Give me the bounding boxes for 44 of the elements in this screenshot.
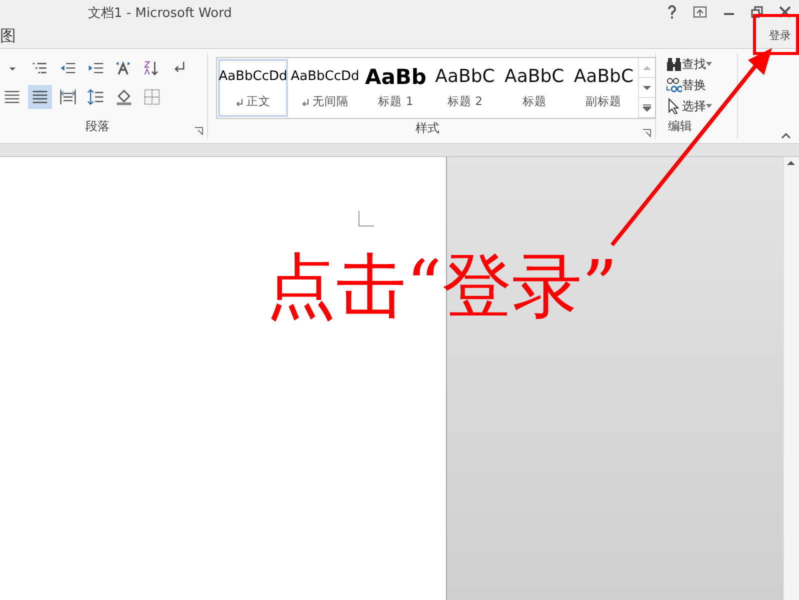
group-label: 段落 [84,118,110,135]
group-label: 样式 [414,120,440,137]
scroll-down-icon[interactable] [643,84,652,92]
more-styles-icon[interactable] [643,104,652,112]
sign-in-link[interactable]: 登录 [769,28,791,44]
restore-icon[interactable] [751,6,763,18]
style-preview: AaBbC [435,65,495,90]
line-spacing-icon [87,87,105,107]
borders-icon [143,87,161,107]
style-preview: AaBbC [574,65,634,90]
help-icon[interactable] [667,5,677,19]
style-name: 无间隔 [312,93,348,110]
style-name: 标题 [522,93,546,110]
ribbon-tab[interactable]: 图 [0,24,16,48]
dialog-launcher-icon[interactable] [195,127,203,135]
caret-icon [706,62,712,66]
replace-button[interactable]: 替换 [664,74,737,96]
window-title: 文档1 - Microsoft Word [88,4,233,23]
cursor-icon [666,98,682,114]
distributed-align-button[interactable] [28,85,52,109]
dialog-launcher-icon[interactable] [643,129,651,137]
style-name: 正文 [246,93,270,110]
style-name: 副标题 [586,93,622,110]
style-preview: AaBb [364,65,426,90]
margin-corner-mark [358,211,374,227]
select-button[interactable]: 选择 [664,96,737,117]
caret-icon [706,104,712,108]
collapse-ribbon-icon[interactable] [781,133,791,139]
style-preview: AaBbCcDd [290,68,360,86]
ribbon-display-icon[interactable] [693,6,707,18]
binoculars-icon [666,56,682,72]
replace-icon [666,76,682,93]
style-preview: AaBbC [504,65,564,90]
style-tile[interactable]: AaBbCcDd 正文 [218,59,288,117]
width-adjust-icon [59,87,77,107]
style-name: 标题 2 [448,93,482,110]
group-label: 编辑 [668,118,692,135]
caret-icon [8,67,16,71]
annotation-text: 点击“登录” [266,248,618,325]
style-name: 标题 1 [378,93,414,110]
close-icon[interactable] [779,6,791,18]
find-button[interactable]: 查找 [664,53,737,74]
style-preview: AaBbCcDd [218,68,288,86]
shading-icon [115,87,133,107]
